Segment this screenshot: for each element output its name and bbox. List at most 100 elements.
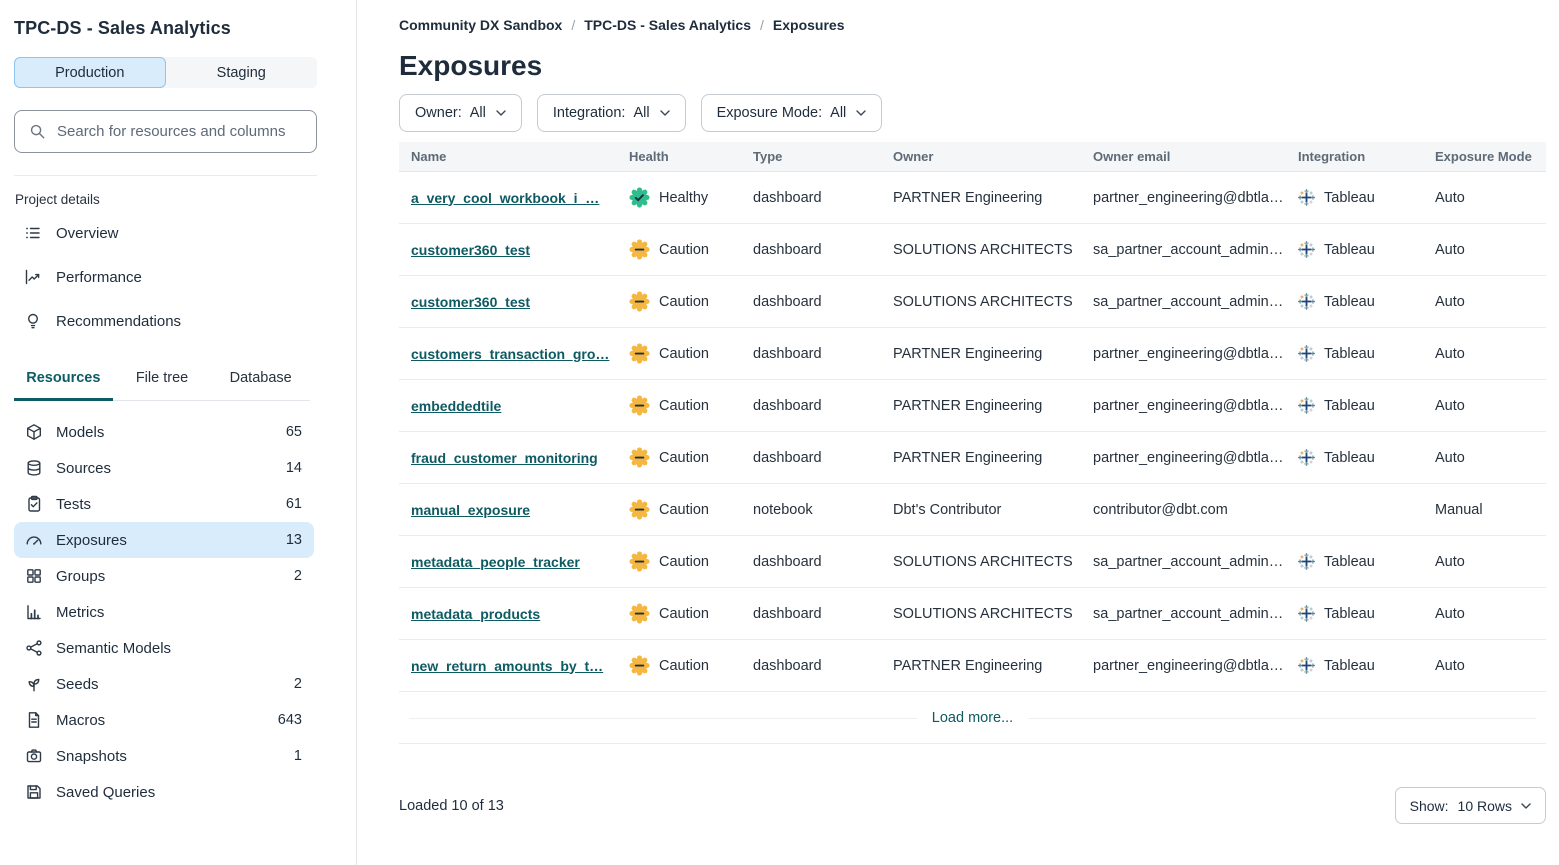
exposure-name-link[interactable]: customers_transaction_gro… bbox=[411, 346, 609, 362]
tab-file-tree[interactable]: File tree bbox=[113, 359, 212, 401]
tab-resources[interactable]: Resources bbox=[14, 359, 113, 401]
resource-count: 2 bbox=[294, 568, 302, 584]
load-more-link[interactable]: Load more... bbox=[917, 710, 1028, 726]
health-label: Caution bbox=[659, 398, 709, 414]
exposure-mode-cell: Manual bbox=[1423, 502, 1546, 518]
integration-label: Tableau bbox=[1324, 450, 1375, 466]
sidebar-item-semantic-models[interactable]: Semantic Models bbox=[14, 630, 314, 666]
name-cell: customer360_test bbox=[399, 294, 617, 310]
column-header-integration: Integration bbox=[1286, 149, 1423, 164]
tableau-icon bbox=[1298, 657, 1315, 674]
exposure-name-link[interactable]: customer360_test bbox=[411, 294, 530, 310]
exposure-name-link[interactable]: embeddedtile bbox=[411, 398, 501, 414]
table-row: fraud_customer_monitoring Caution dashbo… bbox=[399, 432, 1546, 484]
camera-icon bbox=[25, 747, 43, 765]
chevron-down-icon bbox=[660, 110, 670, 116]
exposure-name-link[interactable]: customer360_test bbox=[411, 242, 530, 258]
integration-cell: Tableau bbox=[1286, 605, 1423, 622]
load-more-row: Load more... bbox=[399, 692, 1546, 744]
resource-count: 65 bbox=[286, 424, 302, 440]
owner-email-cell: sa_partner_account_admin… bbox=[1081, 242, 1286, 258]
type-cell: dashboard bbox=[741, 606, 881, 622]
search-icon bbox=[28, 123, 46, 141]
search-input[interactable] bbox=[57, 123, 303, 140]
breadcrumb-account-link[interactable]: Community DX Sandbox bbox=[399, 17, 562, 33]
table-row: customers_transaction_gro… Caution dashb… bbox=[399, 328, 1546, 380]
rows-per-page-dropdown[interactable]: Show: 10 Rows bbox=[1395, 787, 1546, 824]
owner-filter-dropdown[interactable]: Owner: All bbox=[399, 94, 522, 132]
grid-icon bbox=[25, 567, 43, 585]
exposure-mode-cell: Auto bbox=[1423, 450, 1546, 466]
breadcrumb-current: Exposures bbox=[773, 17, 845, 33]
owner-email-cell: partner_engineering@dbtla… bbox=[1081, 658, 1286, 674]
sidebar-item-label: Overview bbox=[56, 225, 119, 242]
sidebar-item-macros[interactable]: Macros 643 bbox=[14, 702, 314, 738]
chevron-down-icon bbox=[496, 110, 506, 116]
sidebar-divider bbox=[14, 175, 317, 176]
staging-toggle-button[interactable]: Staging bbox=[166, 57, 318, 88]
owner-cell: PARTNER Engineering bbox=[881, 658, 1081, 674]
name-cell: a_very_cool_workbook_i_… bbox=[399, 190, 617, 206]
column-header-name: Name bbox=[399, 149, 617, 164]
sidebar-item-snapshots[interactable]: Snapshots 1 bbox=[14, 738, 314, 774]
owner-cell: SOLUTIONS ARCHITECTS bbox=[881, 242, 1081, 258]
health-cell: Caution bbox=[617, 239, 741, 260]
integration-label: Tableau bbox=[1324, 190, 1375, 206]
exposure-name-link[interactable]: manual_exposure bbox=[411, 502, 530, 518]
integration-filter-dropdown[interactable]: Integration: All bbox=[537, 94, 686, 132]
integration-cell: Tableau bbox=[1286, 241, 1423, 258]
column-header-type: Type bbox=[741, 149, 881, 164]
resource-count: 643 bbox=[278, 712, 302, 728]
health-badge-icon bbox=[629, 291, 650, 312]
owner-email-cell: partner_engineering@dbtla… bbox=[1081, 190, 1286, 206]
type-cell: notebook bbox=[741, 502, 881, 518]
sidebar-item-seeds[interactable]: Seeds 2 bbox=[14, 666, 314, 702]
integration-cell: Tableau bbox=[1286, 345, 1423, 362]
health-badge-icon bbox=[629, 603, 650, 624]
resources-list: Models 65 Sources 14 Tests 61 bbox=[14, 414, 342, 810]
exposure-name-link[interactable]: metadata_people_tracker bbox=[411, 554, 580, 570]
exposure-name-link[interactable]: new_return_amounts_by_t… bbox=[411, 658, 603, 674]
production-toggle-button[interactable]: Production bbox=[14, 57, 166, 88]
breadcrumb-separator: / bbox=[760, 17, 764, 33]
sidebar-item-overview[interactable]: Overview bbox=[14, 211, 342, 255]
main-content: Community DX Sandbox / TPC-DS - Sales An… bbox=[357, 0, 1559, 865]
sidebar-item-performance[interactable]: Performance bbox=[14, 255, 342, 299]
owner-email-cell: contributor@dbt.com bbox=[1081, 502, 1286, 518]
exposure-mode-cell: Auto bbox=[1423, 294, 1546, 310]
sidebar-item-saved-queries[interactable]: Saved Queries bbox=[14, 774, 314, 810]
environment-toggle: Production Staging bbox=[14, 57, 317, 88]
floppy-disk-icon bbox=[25, 783, 43, 801]
exposure-name-link[interactable]: metadata_products bbox=[411, 606, 540, 622]
name-cell: customer360_test bbox=[399, 242, 617, 258]
column-header-owner-email: Owner email bbox=[1081, 149, 1286, 164]
sidebar-item-sources[interactable]: Sources 14 bbox=[14, 450, 314, 486]
sidebar-item-metrics[interactable]: Metrics bbox=[14, 594, 314, 630]
search-box[interactable] bbox=[14, 110, 317, 153]
tab-database[interactable]: Database bbox=[211, 359, 310, 401]
name-cell: metadata_people_tracker bbox=[399, 554, 617, 570]
sidebar-item-recommendations[interactable]: Recommendations bbox=[14, 299, 342, 343]
exposure-name-link[interactable]: fraud_customer_monitoring bbox=[411, 450, 598, 466]
sidebar-item-exposures[interactable]: Exposures 13 bbox=[14, 522, 314, 558]
sidebar-item-models[interactable]: Models 65 bbox=[14, 414, 314, 450]
integration-cell: Tableau bbox=[1286, 397, 1423, 414]
exposure-name-link[interactable]: a_very_cool_workbook_i_… bbox=[411, 190, 599, 206]
filters-bar: Owner: All Integration: All Exposure Mod… bbox=[399, 94, 1546, 132]
integration-cell: Tableau bbox=[1286, 449, 1423, 466]
type-cell: dashboard bbox=[741, 346, 881, 362]
resource-count: 2 bbox=[294, 676, 302, 692]
sidebar-item-groups[interactable]: Groups 2 bbox=[14, 558, 314, 594]
sidebar-tabs: Resources File tree Database bbox=[14, 359, 310, 401]
tableau-icon bbox=[1298, 553, 1315, 570]
table-row: embeddedtile Caution dashboard PARTNER E… bbox=[399, 380, 1546, 432]
exposure-mode-filter-dropdown[interactable]: Exposure Mode: All bbox=[701, 94, 883, 132]
resource-count: 13 bbox=[286, 532, 302, 548]
sidebar-item-label: Performance bbox=[56, 269, 142, 286]
integration-label: Tableau bbox=[1324, 294, 1375, 310]
bar-chart-icon bbox=[25, 603, 43, 621]
health-cell: Caution bbox=[617, 395, 741, 416]
health-cell: Caution bbox=[617, 447, 741, 468]
breadcrumb-project-link[interactable]: TPC-DS - Sales Analytics bbox=[584, 17, 751, 33]
sidebar-item-tests[interactable]: Tests 61 bbox=[14, 486, 314, 522]
